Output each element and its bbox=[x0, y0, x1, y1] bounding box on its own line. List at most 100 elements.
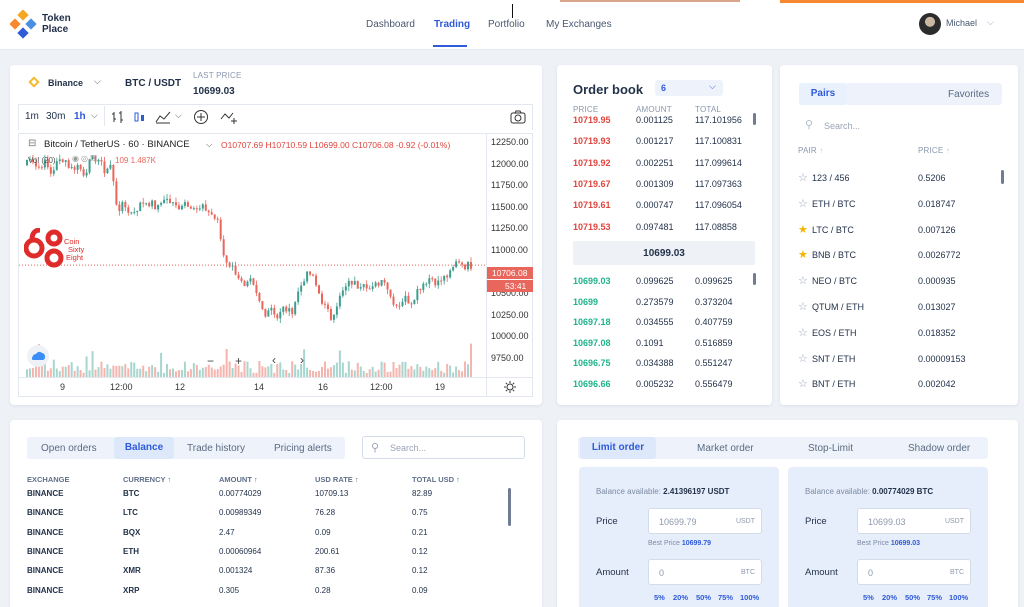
candle[interactable] bbox=[40, 167, 43, 169]
candle[interactable] bbox=[225, 255, 228, 263]
pairs-search-input[interactable]: Search... bbox=[824, 121, 860, 131]
candle[interactable] bbox=[148, 203, 151, 207]
star-icon[interactable]: ☆ bbox=[798, 197, 808, 210]
balances-search-box[interactable]: ⚲ Search... bbox=[362, 436, 525, 459]
nav-dashboard[interactable]: Dashboard bbox=[366, 19, 415, 30]
candle[interactable] bbox=[258, 292, 261, 302]
candle[interactable] bbox=[127, 207, 130, 213]
balances-scrollbar[interactable] bbox=[508, 488, 511, 526]
candle[interactable] bbox=[315, 275, 318, 286]
candle[interactable] bbox=[228, 262, 231, 267]
candle[interactable] bbox=[106, 168, 109, 174]
candle[interactable] bbox=[216, 218, 219, 220]
candle[interactable] bbox=[422, 283, 425, 291]
candle[interactable] bbox=[285, 306, 288, 312]
candle[interactable] bbox=[133, 211, 136, 213]
candle[interactable] bbox=[249, 278, 252, 282]
candle[interactable] bbox=[154, 200, 157, 210]
candle[interactable] bbox=[112, 164, 115, 182]
candle[interactable] bbox=[37, 166, 40, 168]
candle[interactable] bbox=[240, 278, 243, 282]
legend-controls-icon[interactable]: ◉◎☒ bbox=[72, 154, 99, 163]
tab-pricing-alerts[interactable]: Pricing alerts bbox=[274, 443, 332, 454]
candle[interactable] bbox=[177, 205, 180, 210]
bar-style-icon[interactable] bbox=[111, 110, 125, 124]
candle[interactable] bbox=[124, 202, 127, 208]
candle[interactable] bbox=[279, 311, 282, 319]
nav-trading[interactable]: Trading bbox=[434, 19, 470, 30]
zoom-in-icon[interactable]: + bbox=[235, 354, 242, 368]
candle[interactable] bbox=[267, 310, 270, 317]
percent-chip[interactable]: 20% bbox=[673, 593, 688, 602]
candle[interactable] bbox=[58, 159, 61, 162]
candle[interactable] bbox=[329, 309, 332, 320]
balances-header-currency[interactable]: CURRENCY ↑ bbox=[123, 475, 171, 484]
exchange-selector[interactable]: Binance bbox=[48, 78, 83, 88]
depth-selector[interactable]: 6 ⌵ bbox=[655, 80, 723, 96]
tradingview-logo-icon[interactable] bbox=[27, 345, 49, 367]
candle[interactable] bbox=[243, 281, 246, 287]
candle[interactable] bbox=[49, 167, 52, 174]
candle[interactable] bbox=[237, 274, 240, 279]
candle[interactable] bbox=[70, 167, 73, 169]
tab-favorites[interactable]: Favorites bbox=[948, 89, 989, 100]
candle[interactable] bbox=[130, 212, 133, 214]
candle[interactable] bbox=[371, 286, 374, 289]
add-indicator-icon[interactable] bbox=[193, 109, 209, 125]
percent-chip[interactable]: 50% bbox=[905, 593, 920, 602]
candle[interactable] bbox=[410, 303, 413, 305]
candle[interactable] bbox=[318, 285, 321, 294]
percent-chip[interactable]: 50% bbox=[696, 593, 711, 602]
candle[interactable] bbox=[425, 283, 428, 285]
interval-1m[interactable]: 1m bbox=[25, 111, 39, 122]
scroll-right-icon[interactable]: › bbox=[300, 353, 304, 367]
candle[interactable] bbox=[341, 290, 344, 296]
candle[interactable] bbox=[294, 302, 297, 315]
candle[interactable] bbox=[204, 204, 207, 211]
candle[interactable] bbox=[61, 159, 64, 162]
candle[interactable] bbox=[356, 281, 359, 289]
candle[interactable] bbox=[67, 160, 70, 168]
candle[interactable] bbox=[291, 308, 294, 315]
candle[interactable] bbox=[362, 284, 365, 288]
candle[interactable] bbox=[467, 261, 470, 270]
candle[interactable] bbox=[82, 169, 85, 176]
tab-limit-order[interactable]: Limit order bbox=[580, 437, 656, 459]
buy-price-input[interactable]: 10699.79 USDT bbox=[648, 508, 762, 534]
sell-amount-input[interactable]: 0 BTC bbox=[857, 559, 971, 585]
candle[interactable] bbox=[64, 160, 67, 162]
candle[interactable] bbox=[452, 267, 455, 271]
candle[interactable] bbox=[401, 301, 404, 306]
candle[interactable] bbox=[303, 281, 306, 286]
candle[interactable] bbox=[172, 202, 174, 204]
candle[interactable] bbox=[192, 208, 195, 210]
balances-search-input[interactable]: Search... bbox=[390, 443, 426, 453]
star-icon[interactable]: ☆ bbox=[798, 171, 808, 184]
candle[interactable] bbox=[186, 202, 189, 207]
candle[interactable] bbox=[115, 181, 118, 205]
balances-header-usd-rate[interactable]: USD RATE ↑ bbox=[315, 475, 359, 484]
candle[interactable] bbox=[398, 305, 401, 307]
candle[interactable] bbox=[207, 210, 210, 213]
candle[interactable] bbox=[437, 280, 440, 286]
percent-chip[interactable]: 5% bbox=[863, 593, 874, 602]
percent-chip[interactable]: 100% bbox=[740, 593, 759, 602]
candle[interactable] bbox=[160, 203, 163, 205]
nav-portfolio[interactable]: Portfolio bbox=[488, 19, 525, 30]
pairs-scrollbar[interactable] bbox=[1001, 170, 1004, 184]
candle[interactable] bbox=[151, 200, 154, 207]
balances-header-amount[interactable]: AMOUNT ↑ bbox=[219, 475, 258, 484]
nav-my-exchanges[interactable]: My Exchanges bbox=[546, 19, 612, 30]
candle[interactable] bbox=[389, 289, 392, 297]
chevron-down-icon[interactable]: ⌵ bbox=[709, 81, 716, 92]
candle[interactable] bbox=[85, 172, 88, 176]
candle[interactable] bbox=[368, 288, 371, 290]
candle[interactable] bbox=[455, 261, 458, 268]
candles-icon[interactable] bbox=[133, 110, 147, 124]
candle[interactable] bbox=[100, 159, 103, 162]
candle[interactable] bbox=[332, 314, 335, 320]
candle[interactable] bbox=[374, 282, 377, 287]
candle[interactable] bbox=[174, 202, 177, 206]
candle[interactable] bbox=[404, 295, 407, 302]
chevron-down-icon[interactable]: ⌵ bbox=[987, 17, 994, 28]
